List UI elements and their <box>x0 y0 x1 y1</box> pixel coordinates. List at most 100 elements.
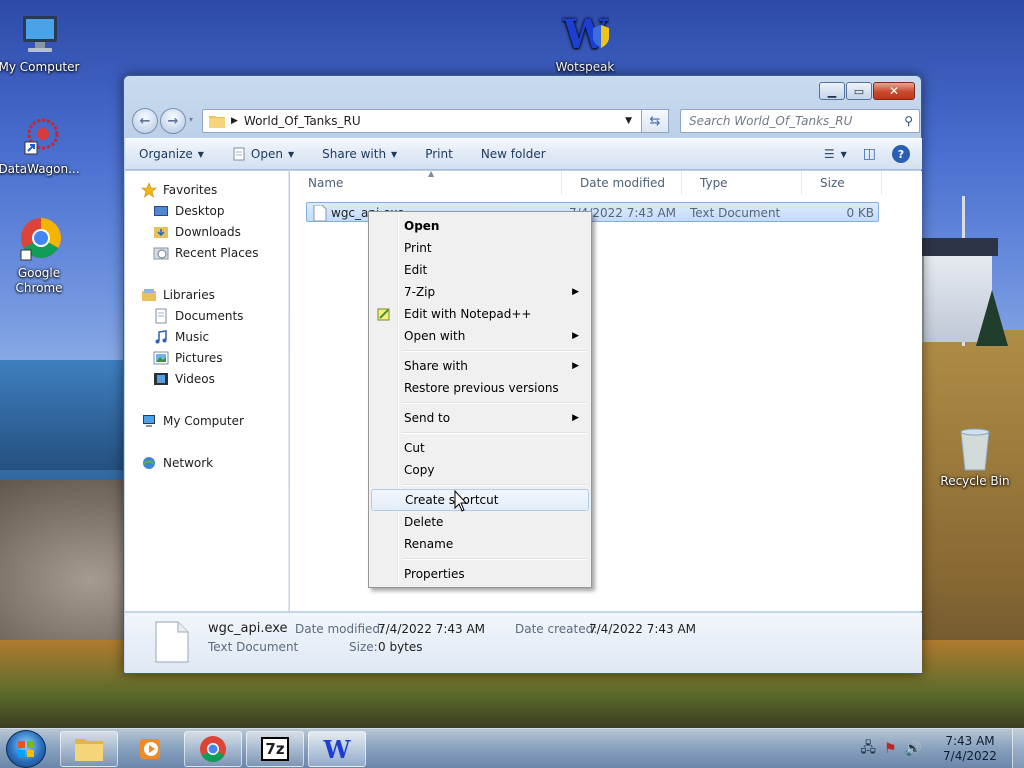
column-header-type[interactable]: Type <box>682 171 802 195</box>
nav-item-music[interactable]: Music <box>125 326 288 347</box>
back-button[interactable]: ← <box>132 108 158 134</box>
network-status-icon[interactable]: 🖧 <box>860 737 876 761</box>
wotspeak-icon: W <box>561 10 609 58</box>
command-bar: Organize ▼ Open ▼ Share with ▼ Print New fo… <box>125 138 922 170</box>
address-bar[interactable]: ▶ World_Of_Tanks_RU ▼ <box>202 109 669 133</box>
column-header-size[interactable]: Size <box>802 171 882 195</box>
organize-button[interactable]: Organize ▼ <box>139 147 204 161</box>
menu-item-open-with[interactable]: Open with ▶ <box>371 325 589 347</box>
action-center-warning-icon[interactable]: ⚑ <box>884 741 897 757</box>
submenu-arrow-icon: ▶ <box>572 287 579 297</box>
new-folder-label: New folder <box>480 147 546 161</box>
nav-label: Recent Places <box>175 245 259 260</box>
desktop-icon-datawagon[interactable]: DataWagon... <box>0 112 81 177</box>
menu-item-print[interactable]: Print <box>371 237 589 259</box>
sort-arrow-icon: ▲ <box>428 169 435 178</box>
forward-button[interactable]: → <box>160 108 186 134</box>
organize-label: Organize <box>139 147 193 161</box>
taskbar-media-player-button[interactable] <box>122 731 180 767</box>
text-file-large-icon <box>155 621 189 666</box>
recent-places-icon <box>153 245 169 261</box>
menu-item-7zip[interactable]: 7-Zip ▶ <box>371 281 589 303</box>
clock[interactable]: 7:43 AM 7/4/2022 <box>928 734 1012 764</box>
datawagon-icon <box>15 112 63 160</box>
taskbar-explorer-button[interactable] <box>60 731 118 767</box>
menu-item-properties[interactable]: Properties <box>371 563 589 585</box>
nav-item-network[interactable]: Network <box>125 452 288 473</box>
menu-item-edit-notepad[interactable]: Edit with Notepad++ <box>371 303 589 325</box>
address-dropdown-icon[interactable]: ▼ <box>625 116 632 126</box>
menu-separator <box>371 429 589 437</box>
details-file-type: Text Document <box>208 640 299 654</box>
column-headers: Name Date modified Type Size <box>290 171 922 195</box>
nav-item-videos[interactable]: Videos <box>125 368 288 389</box>
nav-label: Favorites <box>163 182 218 197</box>
menu-item-share-with[interactable]: Share with ▶ <box>371 355 589 377</box>
help-button[interactable]: ? <box>892 145 910 163</box>
close-button[interactable]: ✕ <box>873 82 915 100</box>
taskbar-7zip-button[interactable]: 7z <box>246 731 304 767</box>
mouse-cursor-icon <box>454 490 468 512</box>
recent-pages-dropdown[interactable]: ▾ <box>189 115 193 124</box>
menu-item-create-shortcut[interactable]: Create shortcut <box>371 489 589 511</box>
menu-item-open[interactable]: Open <box>371 215 589 237</box>
desktop-icon-wotspeak[interactable]: W Wotspeak <box>543 10 627 75</box>
taskbar-chrome-button[interactable] <box>184 731 242 767</box>
menu-item-rename[interactable]: Rename <box>371 533 589 555</box>
desktop-icon-label: Google Chrome <box>15 266 63 295</box>
change-view-button[interactable]: ☰ ▼ <box>824 147 847 161</box>
clock-time: 7:43 AM <box>945 734 995 748</box>
search-box[interactable]: Search World_Of_Tanks_RU ⚲ <box>680 109 920 133</box>
nav-item-my-computer[interactable]: My Computer <box>125 410 288 431</box>
help-icon: ? <box>897 147 905 161</box>
nav-item-downloads[interactable]: Downloads <box>125 221 288 242</box>
nav-label: Pictures <box>175 350 223 365</box>
text-file-icon <box>313 204 327 224</box>
menu-item-edit[interactable]: Edit <box>371 259 589 281</box>
open-button[interactable]: Open ▼ <box>232 147 294 161</box>
address-path[interactable]: World_Of_Tanks_RU <box>244 114 361 128</box>
nav-label: Network <box>163 455 214 470</box>
desktop-icon-label: Wotspeak <box>555 60 615 74</box>
desktop-icon-my-computer[interactable]: My Computer <box>0 10 81 75</box>
menu-item-send-to[interactable]: Send to ▶ <box>371 407 589 429</box>
nav-item-pictures[interactable]: Pictures <box>125 347 288 368</box>
menu-item-delete[interactable]: Delete <box>371 511 589 533</box>
column-header-name[interactable]: Name <box>290 171 562 195</box>
menu-item-copy[interactable]: Copy <box>371 459 589 481</box>
menu-separator <box>371 347 589 355</box>
share-with-button[interactable]: Share with ▼ <box>322 147 397 161</box>
preview-pane-button[interactable]: ◫ <box>863 146 876 162</box>
nav-item-documents[interactable]: Documents <box>125 305 288 326</box>
volume-icon[interactable]: 🔊 <box>905 741 922 757</box>
details-date-modified: 7/4/2022 7:43 AM <box>378 622 486 636</box>
nav-label: Libraries <box>163 287 215 302</box>
desktop-icon-recycle-bin[interactable]: Recycle Bin <box>933 424 1017 489</box>
navigation-pane: Favorites Desktop Downloads Recent Place… <box>125 171 289 611</box>
search-icon[interactable]: ⚲ <box>904 114 913 128</box>
desktop-icon-label: My Computer <box>0 60 80 74</box>
taskbar-wotspeak-button[interactable]: W <box>308 731 366 767</box>
print-button[interactable]: Print <box>425 147 453 161</box>
submenu-arrow-icon: ▶ <box>572 361 579 371</box>
menu-item-cut[interactable]: Cut <box>371 437 589 459</box>
refresh-button[interactable]: ⇆ <box>641 109 669 133</box>
nav-item-recent-places[interactable]: Recent Places <box>125 242 288 263</box>
nav-item-favorites[interactable]: Favorites <box>125 179 288 200</box>
nav-item-libraries[interactable]: Libraries <box>125 284 288 305</box>
desktop-icon-label: Recycle Bin <box>940 474 1010 488</box>
file-type: Text Document <box>690 206 781 220</box>
menu-item-label: 7-Zip <box>404 285 436 299</box>
film-icon <box>153 371 169 387</box>
show-desktop-button[interactable] <box>1012 729 1024 768</box>
minimize-button[interactable]: ▁ <box>819 82 845 100</box>
start-button[interactable] <box>6 730 46 768</box>
desktop-icon-google-chrome[interactable]: Google Chrome <box>0 216 81 296</box>
new-folder-button[interactable]: New folder <box>481 147 546 161</box>
menu-item-restore-previous-versions[interactable]: Restore previous versions <box>371 377 589 399</box>
maximize-button[interactable]: ▭ <box>846 82 872 100</box>
nav-item-desktop[interactable]: Desktop <box>125 200 288 221</box>
share-with-label: Share with <box>322 147 387 161</box>
column-header-date[interactable]: Date modified <box>562 171 682 195</box>
